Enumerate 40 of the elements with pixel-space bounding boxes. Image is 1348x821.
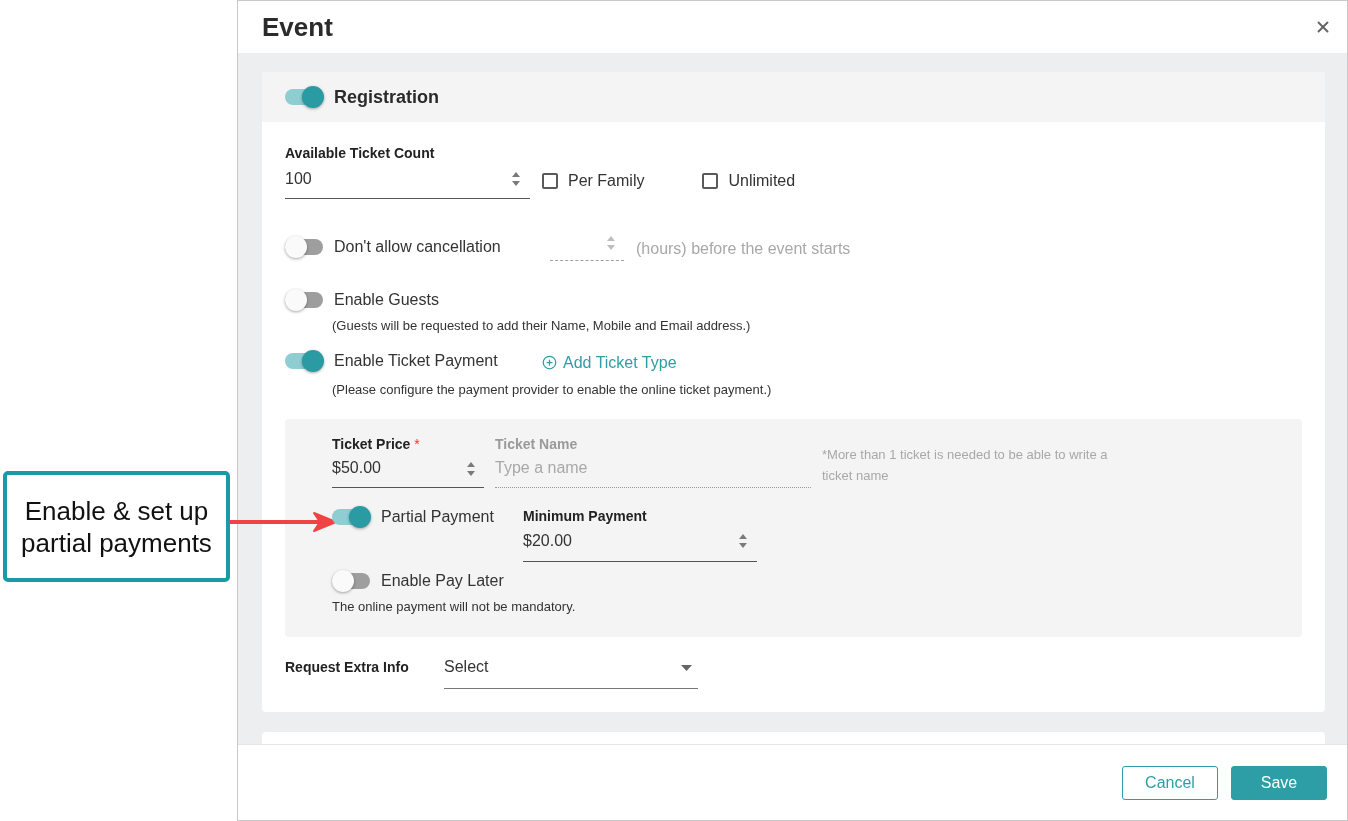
caret-icon (681, 665, 692, 671)
suffix-text: (hours) before the event starts (636, 239, 851, 259)
toggle-label: Enable Pay Later (381, 571, 504, 591)
field-label: Ticket Price (332, 436, 411, 452)
toggle-switch[interactable] (285, 289, 325, 311)
spin-arrows-icon[interactable] (738, 532, 748, 550)
spin-arrows-icon[interactable] (466, 460, 476, 478)
helper-text: (Guests will be requested to add their Name, Mobile and Email address.) (332, 318, 752, 334)
field-label: Request Extra Info (285, 658, 410, 677)
spin-arrows-icon[interactable] (606, 234, 616, 252)
required-mark: * (414, 436, 420, 452)
toggle-label: Enable Ticket Payment (334, 351, 498, 371)
select-dropdown[interactable]: Select (444, 655, 698, 689)
field-label: Minimum Payment (523, 508, 648, 524)
toggle-switch[interactable] (332, 506, 372, 528)
toggle-switch[interactable] (285, 350, 325, 372)
checkbox[interactable] (542, 173, 558, 189)
checkbox-label: Per Family (568, 171, 645, 191)
field-label: Ticket Name (495, 436, 579, 452)
toggle-label: Partial Payment (381, 507, 494, 527)
price-field[interactable]: $50.00 (332, 456, 484, 488)
checkbox-label: Unlimited (728, 171, 796, 191)
number-field[interactable]: 100 (285, 167, 530, 199)
toggle-switch[interactable] (332, 570, 372, 592)
toggle-switch[interactable] (285, 236, 325, 258)
close-icon[interactable] (1314, 18, 1332, 36)
dialog-title: Event (262, 11, 333, 43)
toggle-label: Don't allow cancellation (334, 237, 501, 257)
plus-circle-icon (542, 355, 557, 370)
hint-text: *More than 1 ticket is needed to be able to write a ticket name (822, 446, 1109, 485)
field-label: Available Ticket Count (285, 145, 436, 161)
helper-text: The online payment will not be mandatory. (332, 599, 577, 615)
helper-text: (Please configure the payment provider to enable the online ticket payment.) (332, 382, 773, 398)
toggle-label: Enable Guests (334, 290, 439, 310)
toggle-switch[interactable] (285, 86, 325, 108)
checkbox[interactable] (702, 173, 719, 189)
price-field[interactable]: $20.00 (523, 528, 757, 562)
spin-arrows-icon[interactable] (511, 170, 521, 188)
callout-note: Enable & set up partial payments (3, 471, 230, 582)
section-title: Registration (334, 86, 439, 108)
